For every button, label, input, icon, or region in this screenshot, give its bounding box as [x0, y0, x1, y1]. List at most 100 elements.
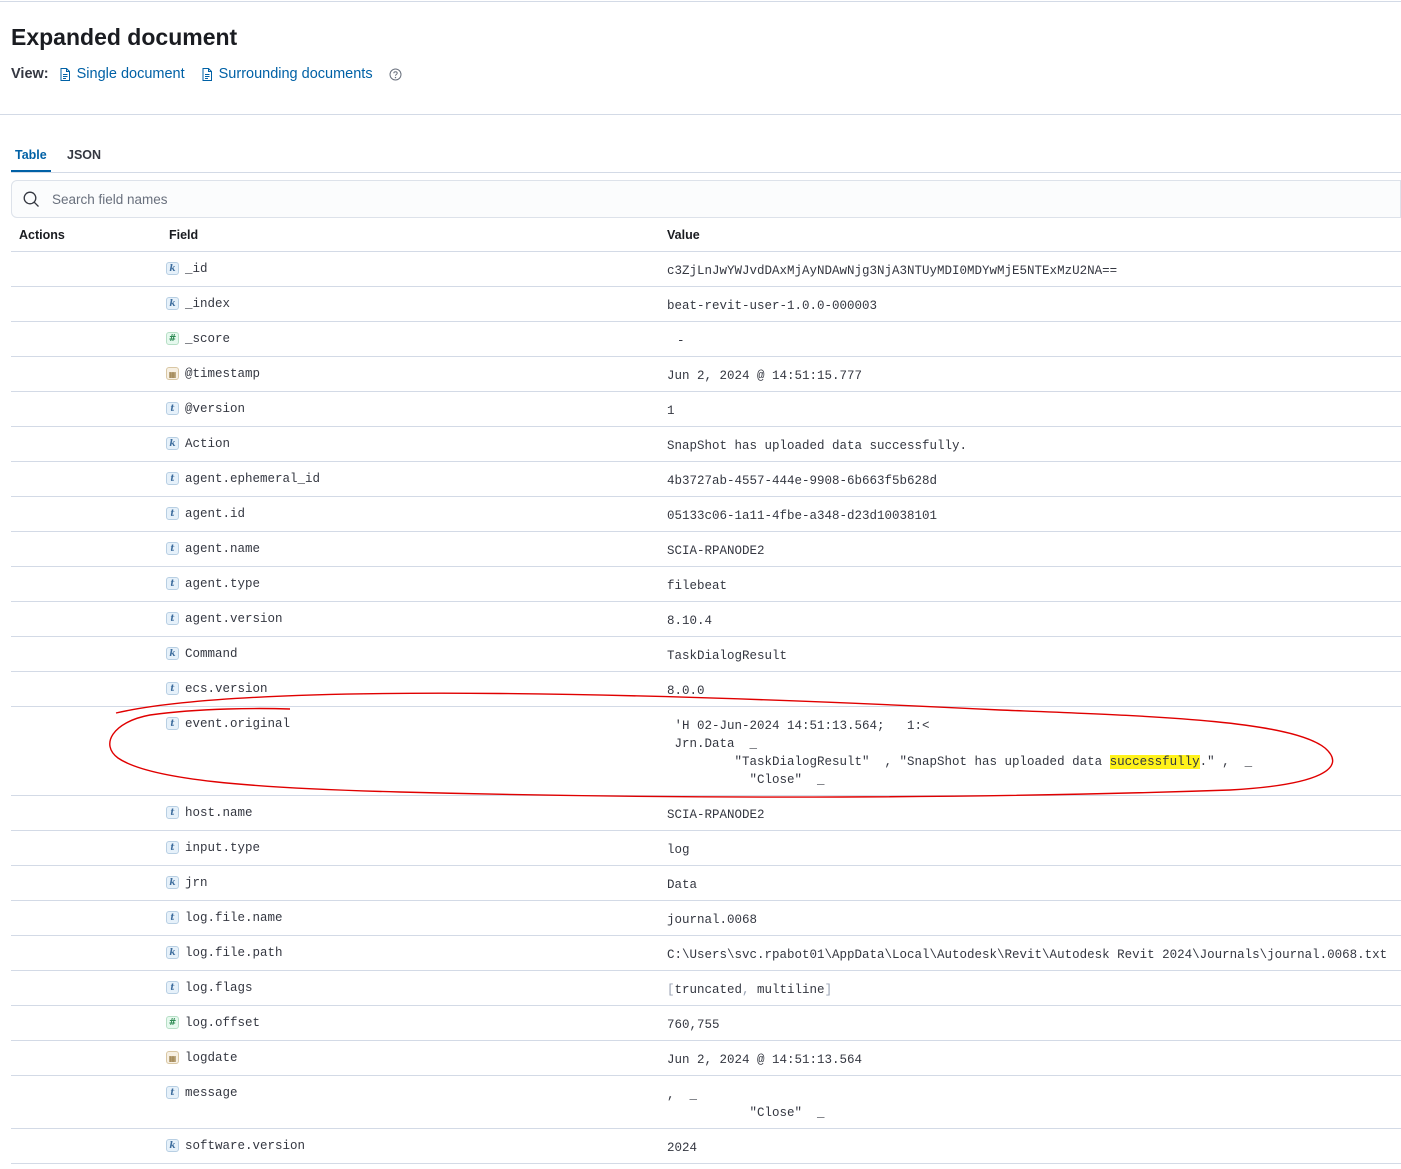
field-name: software.version: [185, 1139, 306, 1153]
table-row[interactable]: t log.file.name journal.0068: [11, 901, 1401, 936]
table-row[interactable]: ▦ @timestamp Jun 2, 2024 @ 14:51:15.777: [11, 357, 1401, 392]
table-row[interactable]: # log.offset 760,755: [11, 1006, 1401, 1041]
value-line: , _: [667, 1086, 825, 1104]
text-type-icon: t: [166, 841, 179, 854]
field-column-header[interactable]: Field: [169, 228, 198, 242]
table-row[interactable]: # _score -: [11, 322, 1401, 357]
field-value: [truncated, multiline]: [667, 981, 832, 999]
table-row[interactable]: k _id c3ZjLnJwYWJvdDAxMjAyNDAwNjg3NjA3NTUy…: [11, 252, 1401, 287]
field-value: SCIA-RPANODE2: [667, 808, 765, 822]
field-value: 760,755: [667, 1018, 720, 1032]
table-row[interactable]: k Command TaskDialogResult: [11, 637, 1401, 672]
table-row[interactable]: t message , _ "Close" _: [11, 1076, 1401, 1129]
separator: ,: [742, 983, 758, 997]
field-value: Jun 2, 2024 @ 14:51:13.564: [667, 1053, 863, 1067]
field-value: Jun 2, 2024 @ 14:51:15.777: [667, 369, 863, 383]
table-row[interactable]: t log.flags [truncated, multiline]: [11, 971, 1401, 1006]
table-row[interactable]: k jrn Data: [11, 866, 1401, 901]
field-name: agent.ephemeral_id: [185, 472, 321, 486]
text-type-icon: t: [166, 542, 179, 555]
field-value: 2024: [667, 1141, 698, 1155]
documents-icon: [202, 67, 212, 81]
table-header: Actions Field Value: [11, 218, 1401, 252]
field-value: 8.0.0: [667, 684, 705, 698]
keyword-type-icon: k: [166, 1139, 179, 1152]
flyout-title: Expanded document: [11, 24, 238, 50]
field-value: journal.0068: [667, 913, 758, 927]
value-text: "TaskDialogResult" , "SnapShot has uploa…: [667, 755, 1110, 769]
field-value: filebeat: [667, 579, 728, 593]
search-highlight: successfully: [1109, 755, 1200, 769]
table-row[interactable]: t agent.id 05133c06-1a11-4fbe-a348-d23d100…: [11, 497, 1401, 532]
field-name: _id: [185, 262, 208, 276]
table-row[interactable]: t agent.version 8.10.4: [11, 602, 1401, 637]
table-row[interactable]: k Action SnapShot has uploaded data succes…: [11, 427, 1401, 462]
field-value: Data: [667, 878, 698, 892]
value-line: "Close" _: [667, 1104, 825, 1122]
field-name: log.file.path: [185, 946, 283, 960]
surrounding-documents-label: Surrounding documents: [218, 66, 373, 82]
value-text: ." , _: [1199, 755, 1253, 769]
table-row[interactable]: k log.file.path C:\Users\svc.rpabot01\AppD…: [11, 936, 1401, 971]
text-type-icon: t: [166, 402, 179, 415]
table-row[interactable]: t agent.type filebeat: [11, 567, 1401, 602]
keyword-type-icon: k: [166, 437, 179, 450]
field-value: c3ZjLnJwYWJvdDAxMjAyNDAwNjg3NjA3NTUyMDI0…: [667, 264, 1118, 278]
field-name: host.name: [185, 806, 253, 820]
text-type-icon: t: [166, 1086, 179, 1099]
keyword-type-icon: k: [166, 297, 179, 310]
single-document-link[interactable]: Single document: [59, 66, 185, 82]
field-name: Action: [185, 437, 231, 451]
table-row[interactable]: t agent.ephemeral_id 4b3727ab-4557-444e-99…: [11, 462, 1401, 497]
value-line: Jrn.Data _: [667, 735, 1252, 753]
value-line: 'H 02-Jun-2024 14:51:13.564; 1:<: [667, 717, 1252, 735]
field-value: TaskDialogResult: [667, 649, 788, 663]
bracket: [: [667, 983, 675, 997]
surrounding-documents-link[interactable]: Surrounding documents: [201, 66, 373, 82]
keyword-type-icon: k: [166, 647, 179, 660]
help-icon[interactable]: [389, 68, 402, 81]
value-text: "Close" _: [667, 1106, 825, 1120]
view-mode-row: View: Single document Surrounding docume…: [11, 65, 402, 83]
keyword-type-icon: k: [166, 946, 179, 959]
value-column-header: Value: [667, 228, 700, 242]
field-name: input.type: [185, 841, 261, 855]
flag-value: truncated: [674, 983, 743, 997]
flag-value: multiline: [757, 983, 825, 997]
field-value: SCIA-RPANODE2: [667, 544, 765, 558]
table-row[interactable]: t host.name SCIA-RPANODE2: [11, 796, 1401, 831]
table-row[interactable]: t ecs.version 8.0.0: [11, 672, 1401, 707]
field-name: agent.id: [185, 507, 246, 521]
table-row[interactable]: k _index beat-revit-user-1.0.0-000003: [11, 287, 1401, 322]
field-name: jrn: [185, 876, 208, 890]
field-value: 8.10.4: [667, 614, 713, 628]
field-name: log.offset: [185, 1016, 261, 1030]
text-type-icon: t: [166, 911, 179, 924]
tab-json[interactable]: JSON: [67, 148, 101, 162]
table-row[interactable]: ▦ logdate Jun 2, 2024 @ 14:51:13.564: [11, 1041, 1401, 1076]
tab-table[interactable]: Table: [11, 148, 51, 172]
field-name: @timestamp: [185, 367, 261, 381]
search-icon: [23, 191, 39, 207]
value-text: Jrn.Data _: [667, 737, 758, 751]
field-name: event.original: [185, 717, 291, 731]
field-value: SnapShot has uploaded data successfully.: [667, 439, 968, 453]
text-type-icon: t: [166, 717, 179, 730]
field-value: log: [667, 843, 690, 857]
table-row[interactable]: t input.type log: [11, 831, 1401, 866]
value-text: , _: [667, 1088, 698, 1102]
field-value: , _ "Close" _: [667, 1086, 825, 1122]
field-value: 1: [667, 404, 675, 418]
text-type-icon: t: [166, 981, 179, 994]
table-row[interactable]: k software.version 2024: [11, 1129, 1401, 1164]
text-type-icon: t: [166, 806, 179, 819]
number-type-icon: #: [166, 1016, 179, 1029]
text-type-icon: t: [166, 682, 179, 695]
field-search-box[interactable]: [11, 180, 1401, 218]
table-row[interactable]: t event.original 'H 02-Jun-2024 14:51:13.…: [11, 707, 1401, 796]
date-type-icon: ▦: [166, 1051, 179, 1064]
header-divider: [0, 114, 1401, 115]
search-field-names-input[interactable]: [50, 190, 1254, 208]
table-row[interactable]: t @version 1: [11, 392, 1401, 427]
table-row[interactable]: t agent.name SCIA-RPANODE2: [11, 532, 1401, 567]
